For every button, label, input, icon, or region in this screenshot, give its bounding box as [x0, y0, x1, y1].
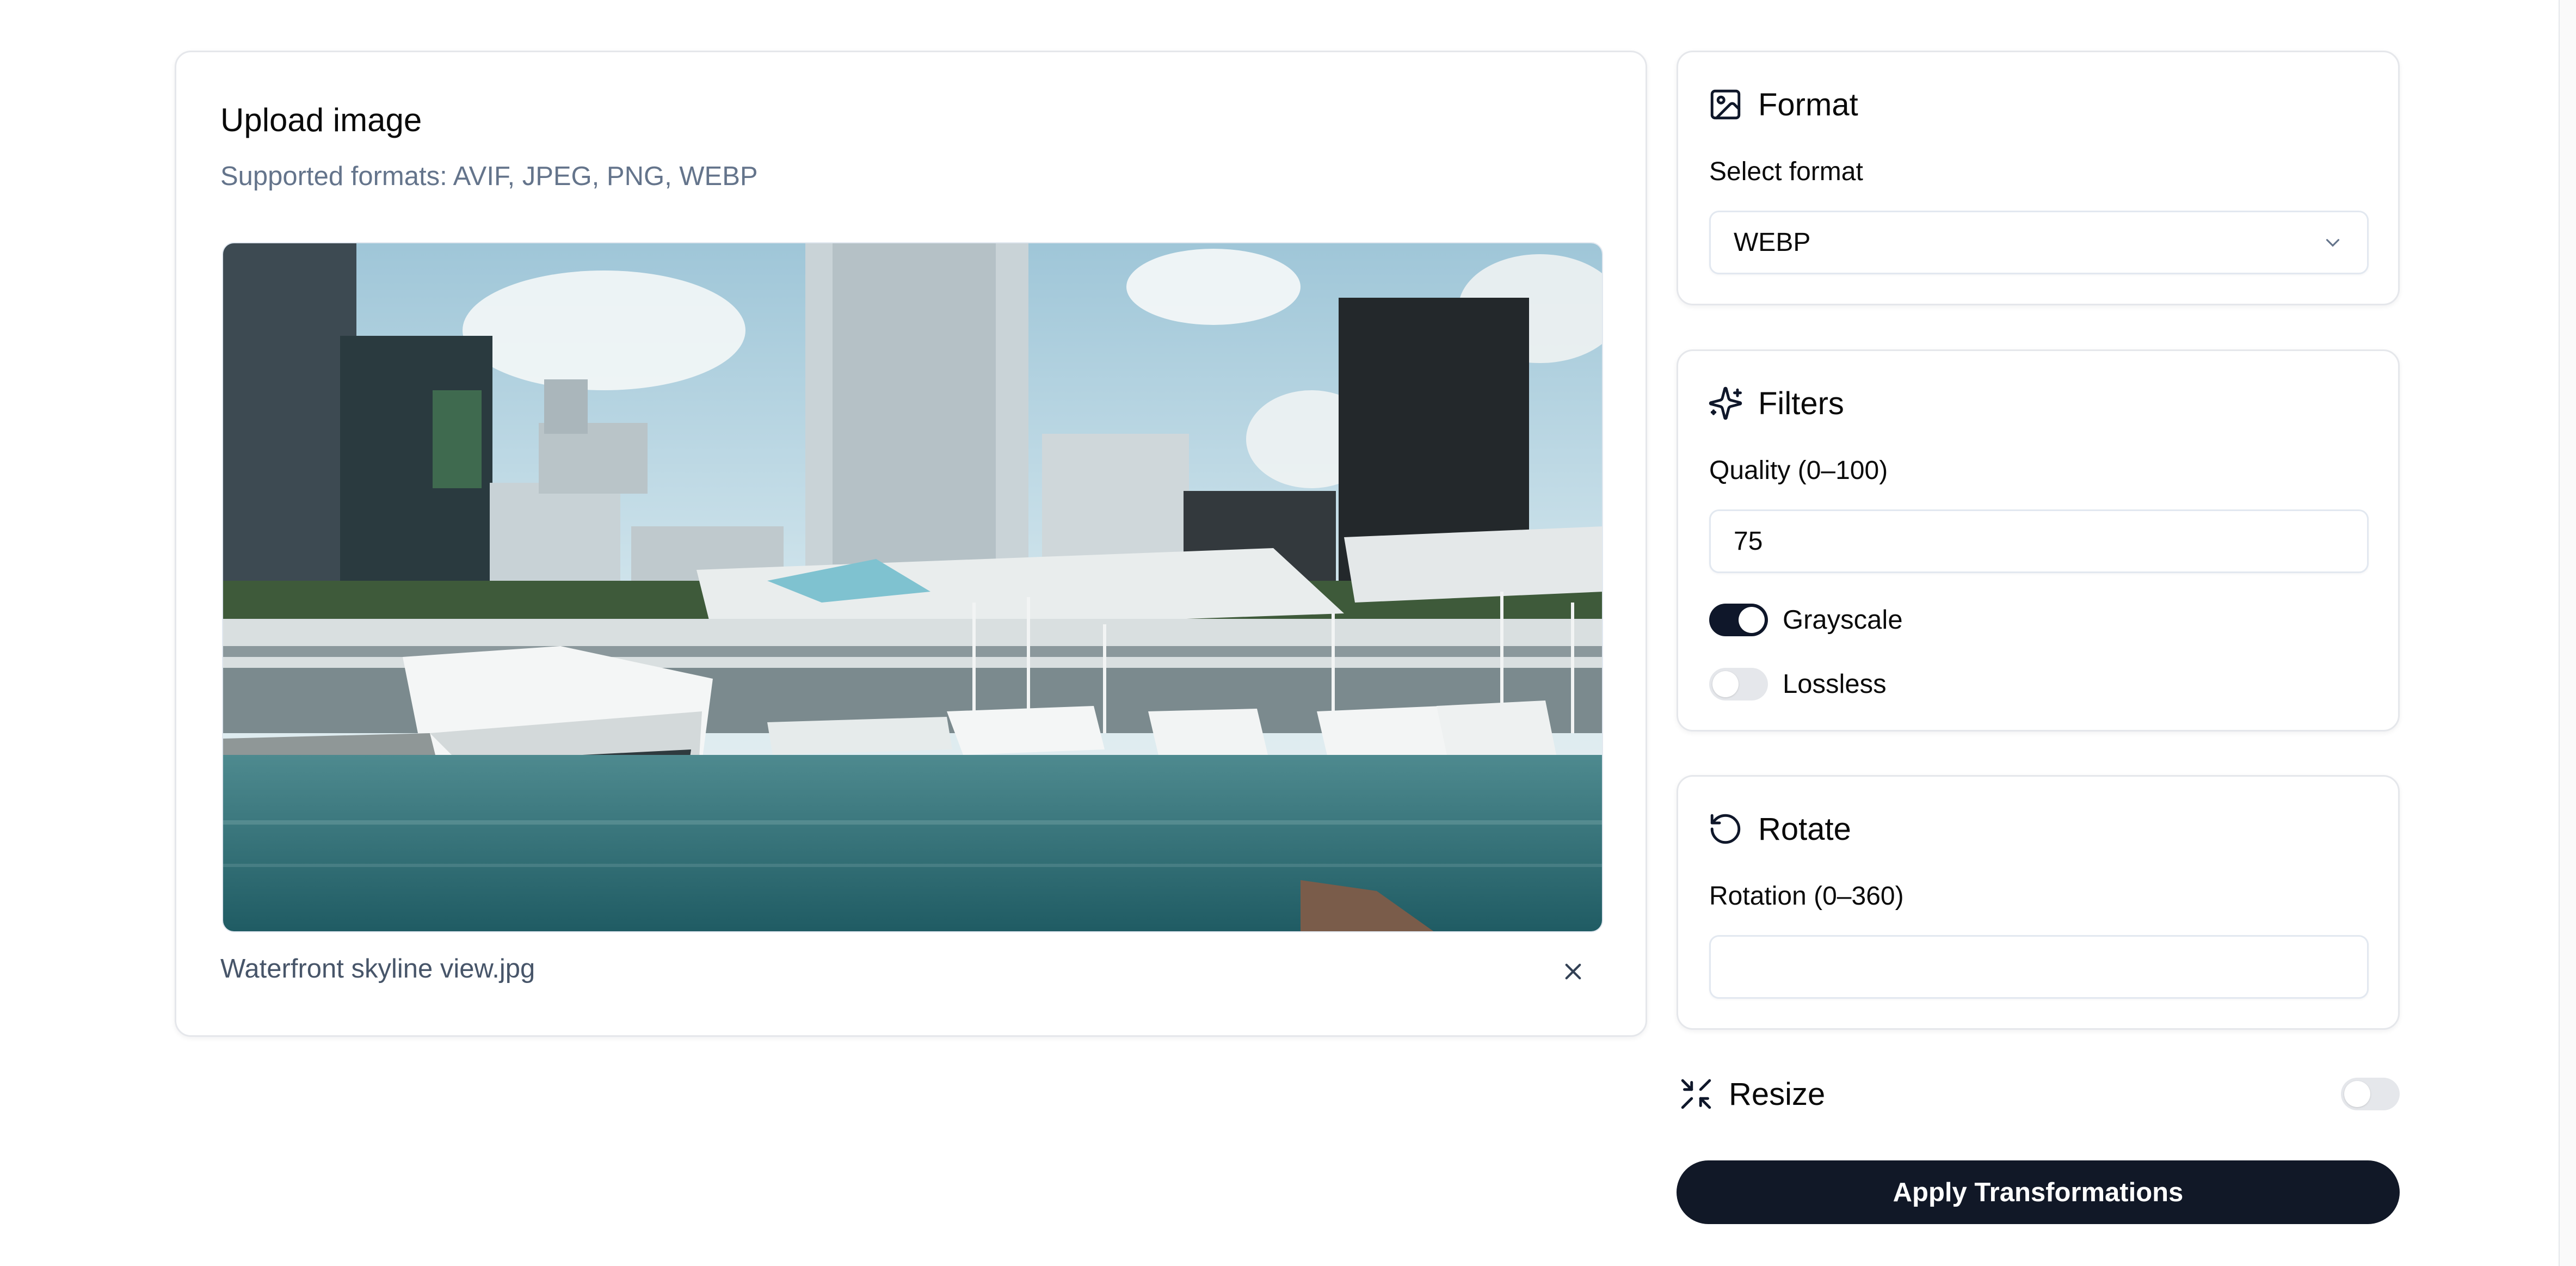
rotation-input[interactable]: [1709, 935, 2369, 999]
shrink-icon: [1678, 1076, 1714, 1112]
file-name: Waterfront skyline view.jpg: [220, 954, 535, 984]
rotation-label: Rotation (0–360): [1709, 882, 1904, 911]
grayscale-row: Grayscale: [1709, 600, 1903, 640]
format-select-value: WEBP: [1734, 228, 1811, 257]
image-preview: [222, 242, 1603, 932]
format-card: Format Select format WEBP: [1677, 51, 2400, 305]
rotate-ccw-icon: [1708, 811, 1743, 847]
select-format-label: Select format: [1709, 157, 1863, 186]
quality-input[interactable]: 75: [1709, 509, 2369, 573]
rotate-card: Rotate Rotation (0–360): [1677, 775, 2400, 1030]
format-title: Format: [1758, 87, 1858, 122]
grayscale-label: Grayscale: [1783, 605, 1903, 635]
resize-switch[interactable]: [2341, 1078, 2400, 1110]
quality-input-value: 75: [1734, 527, 1763, 556]
sparkles-icon: [1708, 385, 1743, 421]
format-header: Format: [1708, 82, 1858, 127]
image-icon: [1708, 87, 1743, 122]
upload-subtitle: Supported formats: AVIF, JPEG, PNG, WEBP: [220, 162, 758, 191]
filters-card: Filters Quality (0–100) 75 Grayscale Los…: [1677, 349, 2400, 732]
rotate-header: Rotate: [1708, 806, 1851, 852]
lossless-switch[interactable]: [1709, 668, 1768, 700]
page: Upload image Supported formats: AVIF, JP…: [0, 0, 2576, 1266]
upload-title: Upload image: [220, 102, 422, 138]
page-scrollbar[interactable]: [2559, 0, 2576, 1266]
filters-header: Filters: [1708, 380, 1844, 426]
close-icon: [1565, 963, 1581, 980]
upload-card: Upload image Supported formats: AVIF, JP…: [175, 51, 1647, 1037]
apply-transformations-button[interactable]: Apply Transformations: [1677, 1160, 2400, 1224]
format-select[interactable]: WEBP: [1709, 211, 2369, 274]
rotate-title: Rotate: [1758, 811, 1851, 847]
chevron-down-icon: [2321, 231, 2344, 254]
filters-title: Filters: [1758, 385, 1844, 421]
lossless-row: Lossless: [1709, 665, 1887, 704]
lossless-label: Lossless: [1783, 669, 1887, 699]
resize-title: Resize: [1729, 1076, 1826, 1112]
remove-image-button[interactable]: [1554, 952, 1593, 991]
resize-row: Resize: [1677, 1071, 2400, 1117]
grayscale-switch[interactable]: [1709, 604, 1768, 636]
quality-label: Quality (0–100): [1709, 456, 1888, 485]
